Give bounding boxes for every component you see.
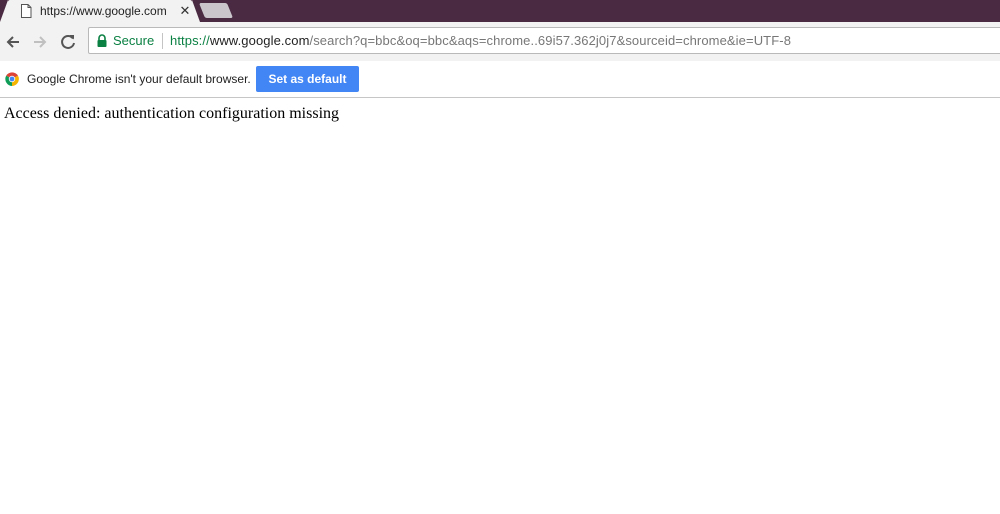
page-content: Access denied: authentication configurat… xyxy=(0,98,1000,514)
infobar-message: Google Chrome isn't your default browser… xyxy=(27,72,251,86)
chrome-logo-icon xyxy=(5,72,19,86)
url-host: www.google.com xyxy=(209,33,310,48)
omnibox-divider xyxy=(162,33,163,49)
tab-title: https://www.google.com xyxy=(40,4,167,18)
reload-icon[interactable] xyxy=(57,31,79,53)
secure-label[interactable]: Secure xyxy=(113,33,154,48)
back-arrow-icon[interactable] xyxy=(2,31,24,53)
tab-strip: https://www.google.com ✕ xyxy=(0,0,1000,22)
close-icon[interactable]: ✕ xyxy=(178,3,192,19)
url-path: /search?q=bbc&oq=bbc&aqs=chrome..69i57.3… xyxy=(309,33,792,48)
tab-active[interactable]: https://www.google.com ✕ xyxy=(0,0,200,22)
default-browser-infobar: Google Chrome isn't your default browser… xyxy=(0,61,1000,98)
url-text[interactable]: https://www.google.com/search?q=bbc&oq=b… xyxy=(170,33,791,48)
set-as-default-button[interactable]: Set as default xyxy=(256,66,359,92)
url-scheme: https:// xyxy=(170,33,210,48)
toolbar: Secure https://www.google.com/search?q=b… xyxy=(0,22,1000,61)
address-bar[interactable]: Secure https://www.google.com/search?q=b… xyxy=(88,27,1000,54)
new-tab-button[interactable] xyxy=(198,3,234,18)
page-icon xyxy=(21,4,32,18)
lock-icon xyxy=(97,34,107,47)
error-message: Access denied: authentication configurat… xyxy=(4,105,340,122)
forward-arrow-icon[interactable] xyxy=(29,31,51,53)
